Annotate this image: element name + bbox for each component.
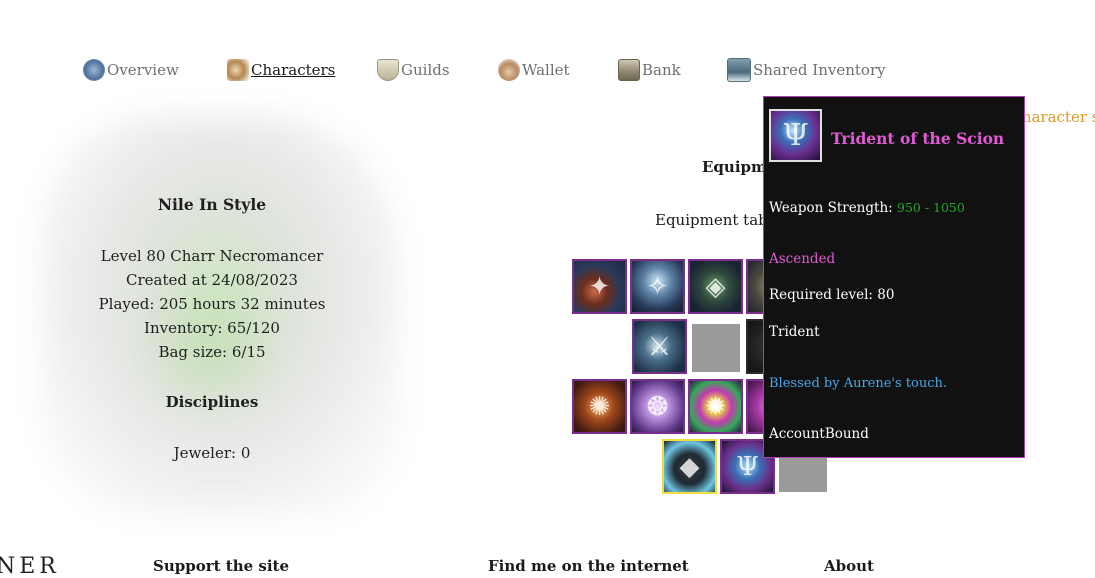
nav-guilds[interactable]: Guilds <box>377 57 450 83</box>
trident-glyph: Ψ <box>782 118 809 153</box>
nav-wallet[interactable]: Wallet <box>498 57 570 83</box>
nav-overview-label: Overview <box>107 61 179 79</box>
chest-icon <box>618 59 640 81</box>
legendary-armor-icon: ◆ <box>679 451 700 482</box>
footer-support-heading: Support the site <box>153 557 289 575</box>
trinket-icon: ❂ <box>646 391 669 422</box>
equipment-tab-label: Equipment tab: <box>655 211 773 229</box>
tooltip-required-level: Required level: 80 <box>769 287 895 303</box>
equipment-slot-aquatic-helm[interactable]: ◆ <box>662 439 717 494</box>
armor-icon: ◈ <box>705 271 726 302</box>
nav-overview[interactable]: Overview <box>83 57 179 83</box>
item-tooltip: Ψ Trident of the Scion Weapon Strength: … <box>763 96 1025 458</box>
tooltip-binding: AccountBound <box>769 426 869 442</box>
equipment-slot-empty[interactable] <box>692 324 740 372</box>
trident-icon: Ψ <box>769 109 822 162</box>
armor-icon: ✦ <box>588 271 611 302</box>
tooltip-description: Blessed by Aurene's touch. <box>769 376 948 391</box>
nav-shared-inventory-label: Shared Inventory <box>753 61 886 79</box>
nav-bank[interactable]: Bank <box>618 57 681 83</box>
footer-about-heading: About <box>824 557 874 575</box>
character-name: Nile In Style <box>157 195 267 214</box>
equipment-slot-shoulders[interactable]: ✧ <box>630 259 685 314</box>
character-bag-size: Bag size: 6/15 <box>158 343 266 361</box>
equipment-slot-amulet[interactable]: ✺ <box>572 379 627 434</box>
overview-icon <box>83 59 105 81</box>
equipment-slot-ring-1[interactable]: ❂ <box>630 379 685 434</box>
equipment-slot-helm[interactable]: ✦ <box>572 259 627 314</box>
disciplines-title: Disciplines <box>165 393 259 411</box>
coin-bag-icon <box>498 59 520 81</box>
tooltip-item-type: Trident <box>769 324 820 340</box>
trinket-icon: ✹ <box>704 391 727 422</box>
weapon-strength-value: 950 - 1050 <box>897 200 965 215</box>
nav-characters-label: Characters <box>251 61 336 79</box>
nav-shared-inventory[interactable]: Shared Inventory <box>727 57 886 83</box>
footer-find-me-heading: Find me on the internet <box>488 557 689 575</box>
nav-bank-label: Bank <box>642 61 681 79</box>
character-level: Level 80 Charr Necromancer <box>100 247 324 265</box>
discipline-jeweler: Jeweler: 0 <box>173 444 251 462</box>
equipment-slot-ring-2[interactable]: ✹ <box>688 379 743 434</box>
aquabreather-icon: ⚔ <box>647 331 672 362</box>
character-info: Nile In Style Level 80 Charr Necromancer… <box>62 193 362 465</box>
trinket-icon: ✺ <box>588 391 611 422</box>
guild-shield-icon <box>377 59 399 81</box>
character-inventory: Inventory: 65/120 <box>144 319 280 337</box>
footer-logo[interactable]: NER <box>0 554 60 578</box>
equipment-slot-aquabreather[interactable]: ⚔ <box>632 319 687 374</box>
tooltip-weapon-strength: Weapon Strength: 950 - 1050 <box>769 200 965 216</box>
character-played: Played: 205 hours 32 minutes <box>98 295 326 313</box>
equipment-slot-chest[interactable]: ◈ <box>688 259 743 314</box>
nav-wallet-label: Wallet <box>522 61 570 79</box>
character-created: Created at 24/08/2023 <box>126 271 298 289</box>
characters-icon <box>227 59 249 81</box>
tooltip-item-name: Trident of the Scion <box>831 129 1005 148</box>
shared-inventory-icon <box>727 58 751 82</box>
nav-characters[interactable]: Characters <box>227 57 335 83</box>
armor-icon: ✧ <box>646 271 669 302</box>
nav-guilds-label: Guilds <box>401 61 450 79</box>
tooltip-rarity: Ascended <box>769 251 836 267</box>
weapon-strength-label: Weapon Strength: <box>769 200 893 216</box>
